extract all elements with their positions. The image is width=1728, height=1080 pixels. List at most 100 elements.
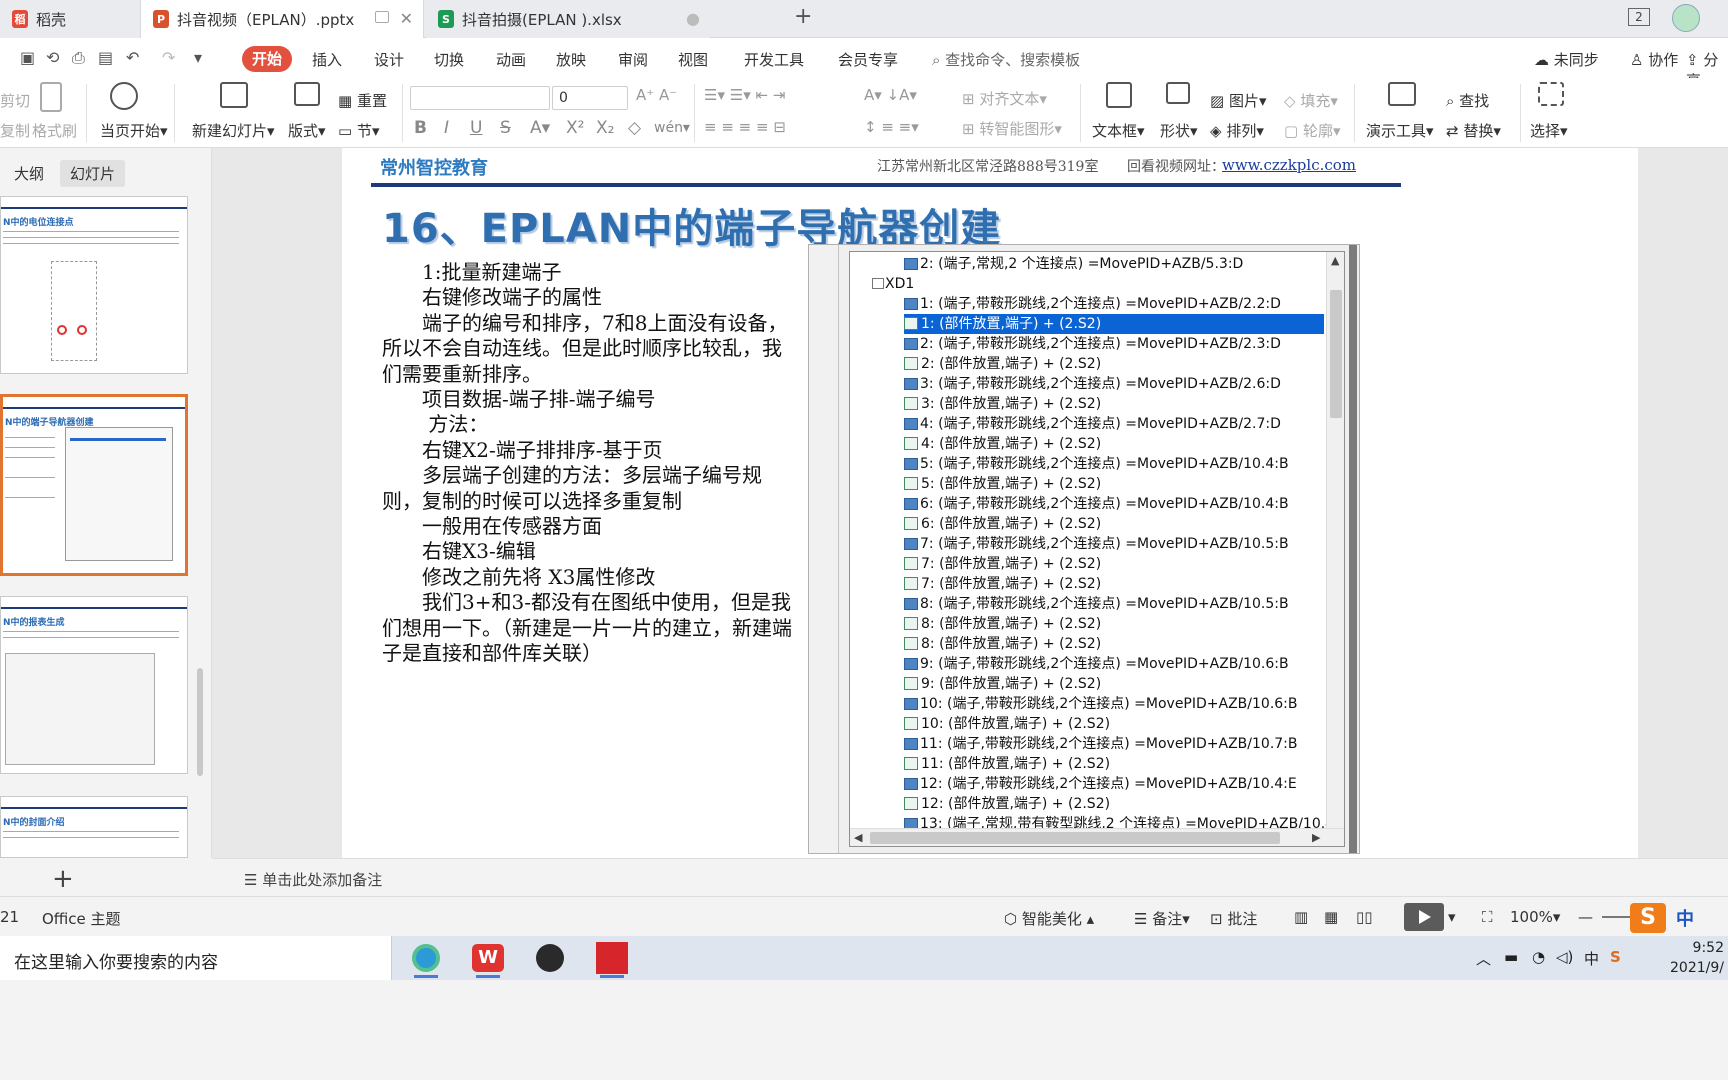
find-button[interactable]: ⌕ 查找: [1446, 90, 1489, 111]
quick-access-dropdown-icon[interactable]: ▾: [194, 48, 202, 67]
slide-thumbnail[interactable]: N中的报表生成: [0, 596, 188, 774]
tree-vertical-scrollbar[interactable]: ▲ ▼: [1326, 252, 1344, 846]
tree-row-terminal[interactable]: 4: (端子,带鞍形跳线,2个连接点) =MovePID+AZB/2.7:D: [904, 414, 1324, 434]
eplan-app-icon[interactable]: [592, 940, 632, 978]
add-slide-button[interactable]: +: [52, 864, 74, 894]
layout-button[interactable]: 版式▾: [288, 120, 326, 141]
font-color-icon[interactable]: A▾: [530, 118, 550, 138]
tab-slides[interactable]: 幻灯片: [60, 160, 126, 187]
eplan-navigator-image[interactable]: 13: (端子,常规,带有鞍型跳线,2 个连接点) =MovePID+AZB/1…: [808, 244, 1360, 854]
save-icon[interactable]: ▣: [20, 48, 35, 67]
wps-icon[interactable]: W: [468, 940, 508, 978]
redo-icon[interactable]: ↷: [162, 48, 175, 67]
replace-button[interactable]: ⇄ 替换▾: [1446, 120, 1501, 141]
tree-row-terminal[interactable]: 11: (端子,带鞍形跳线,2个连接点) =MovePID+AZB/10.7:B: [904, 734, 1324, 754]
scroll-thumb[interactable]: [870, 832, 1280, 844]
normal-view-icon[interactable]: ▥: [1294, 908, 1308, 926]
tree-row-part[interactable]: 9: (部件放置,端子) + (2.S2): [904, 674, 1324, 694]
notes-toggle-button[interactable]: ☰ 备注▾: [1134, 908, 1190, 929]
tree-row-terminal[interactable]: 2: (端子,带鞍形跳线,2个连接点) =MovePID+AZB/2.3:D: [904, 334, 1324, 354]
window-restore-icon[interactable]: [375, 11, 389, 23]
volume-icon[interactable]: ◁): [1556, 948, 1573, 966]
obs-icon[interactable]: [530, 940, 570, 976]
tree-row-terminal[interactable]: 5: (端子,带鞍形跳线,2个连接点) =MovePID+AZB/10.4:B: [904, 454, 1324, 474]
tree-row-part[interactable]: 6: (部件放置,端子) + (2.S2): [904, 514, 1324, 534]
textbox-button[interactable]: 文本框▾: [1092, 120, 1145, 141]
menu-design[interactable]: 设计: [374, 49, 404, 70]
font-size-select[interactable]: 0: [552, 86, 628, 110]
section-button[interactable]: ▭ 节▾: [338, 120, 380, 141]
outline-button[interactable]: ▢ 轮廓▾: [1284, 120, 1341, 141]
tree-row-terminal[interactable]: 6: (端子,带鞍形跳线,2个连接点) =MovePID+AZB/10.4:B: [904, 494, 1324, 514]
print-icon[interactable]: ⎙: [72, 48, 85, 68]
tree-row-part[interactable]: 7: (部件放置,端子) + (2.S2): [904, 554, 1324, 574]
clear-format-icon[interactable]: ◇: [628, 118, 641, 138]
fit-window-icon[interactable]: ⛶: [1482, 908, 1493, 926]
scroll-thumb[interactable]: [1330, 290, 1342, 418]
play-options-icon[interactable]: ▾: [1448, 908, 1456, 926]
format-painter-button[interactable]: 格式刷: [32, 120, 77, 141]
arrange-button[interactable]: ◈ 排列▾: [1210, 120, 1264, 141]
presenter-tools-button[interactable]: 演示工具▾: [1366, 120, 1434, 141]
tree-row-terminal[interactable]: 10: (端子,带鞍形跳线,2个连接点) =MovePID+AZB/10.6:B: [904, 694, 1324, 714]
picture-button[interactable]: ▨ 图片▾: [1210, 90, 1267, 111]
slide-thumbnail[interactable]: N中的封面介绍: [0, 796, 188, 858]
align-text-button[interactable]: ⊞ 对齐文本▾: [962, 88, 1047, 109]
superscript-icon[interactable]: X²: [566, 118, 584, 138]
tree-row-part[interactable]: 8: (部件放置,端子) + (2.S2): [904, 634, 1324, 654]
beautify-button[interactable]: ⬡ 智能美化 ▴: [1004, 908, 1094, 929]
tree-row-terminal[interactable]: 8: (端子,带鞍形跳线,2个连接点) =MovePID+AZB/10.5:B: [904, 594, 1324, 614]
notes-bar[interactable]: ☰ 单击此处添加备注: [212, 858, 1728, 896]
tree-row-part[interactable]: 11: (部件放置,端子) + (2.S2): [904, 754, 1324, 774]
print-preview-icon[interactable]: ▤: [98, 48, 113, 67]
tree-row-part[interactable]: 8: (部件放置,端子) + (2.S2): [904, 614, 1324, 634]
tree-row-terminal[interactable]: 12: (端子,带鞍形跳线,2个连接点) =MovePID+AZB/10.4:E: [904, 774, 1324, 794]
battery-icon[interactable]: ▬: [1504, 948, 1518, 966]
play-slideshow-button[interactable]: [1404, 903, 1444, 931]
subscript-icon[interactable]: X₂: [596, 118, 614, 138]
command-search[interactable]: ⌕ 查找命令、搜索模板: [932, 49, 1080, 70]
strikethrough-icon[interactable]: S: [500, 118, 511, 138]
share-quick-icon[interactable]: ⟲: [46, 48, 59, 67]
wifi-icon[interactable]: ◔: [1532, 948, 1545, 966]
tree-row-part[interactable]: 3: (部件放置,端子) + (2.S2): [904, 394, 1324, 414]
menu-animation[interactable]: 动画: [496, 49, 526, 70]
tree-row-terminal[interactable]: 3: (端子,带鞍形跳线,2个连接点) =MovePID+AZB/2.6:D: [904, 374, 1324, 394]
clock[interactable]: 9:52 2021/9/: [1670, 938, 1724, 978]
scroll-up-icon[interactable]: ▲: [1331, 254, 1339, 267]
grow-font-icon[interactable]: A⁺ A⁻: [636, 86, 677, 104]
window-count-icon[interactable]: 2: [1628, 8, 1650, 26]
tab-daoke[interactable]: 稻 稻壳: [0, 0, 140, 38]
scroll-right-icon[interactable]: ▶: [1312, 831, 1320, 844]
smartart-button[interactable]: ⊞ 转智能图形▾: [962, 118, 1062, 139]
tray-expand-icon[interactable]: ︿: [1476, 948, 1491, 969]
zoom-out-icon[interactable]: —: [1578, 908, 1593, 926]
tree-row-part[interactable]: 4: (部件放置,端子) + (2.S2): [904, 434, 1324, 454]
cut-button[interactable]: 剪切: [0, 90, 30, 111]
tree-row-part[interactable]: 5: (部件放置,端子) + (2.S2): [904, 474, 1324, 494]
tree-row-terminal[interactable]: 2: (端子,常规,2 个连接点) =MovePID+AZB/5.3:D: [904, 254, 1324, 274]
tree-horizontal-scrollbar[interactable]: ◀ ▶: [850, 828, 1344, 846]
menu-review[interactable]: 审阅: [618, 49, 648, 70]
menu-developer[interactable]: 开发工具: [744, 49, 804, 70]
slide-thumbnail[interactable]: N中的电位连接点: [0, 196, 188, 374]
tab-pptx[interactable]: P 抖音视频（EPLAN）.pptx ✕: [140, 0, 424, 38]
select-button[interactable]: 选择▾: [1530, 120, 1568, 141]
slide-body-text[interactable]: 1:批量新建端子 右键修改端子的属性 端子的编号和排序，7和8上面没有设备，所以…: [382, 260, 798, 667]
taskbar-search-input[interactable]: 在这里输入你要搜索的内容: [0, 936, 392, 980]
fill-button[interactable]: ◇ 填充▾: [1284, 90, 1338, 111]
line-spacing-icon[interactable]: ↕ ≡ ≡▾: [864, 118, 919, 136]
scroll-left-icon[interactable]: ◀: [854, 831, 862, 844]
underline-icon[interactable]: U: [470, 118, 482, 138]
reading-view-icon[interactable]: ▯▯: [1356, 908, 1373, 926]
tree-node-strip[interactable]: XD1: [872, 274, 1322, 294]
sorter-view-icon[interactable]: ▦: [1324, 908, 1338, 926]
tree-row-part[interactable]: 10: (部件放置,端子) + (2.S2): [904, 714, 1324, 734]
tree-row-terminal[interactable]: 7: (端子,带鞍形跳线,2个连接点) =MovePID+AZB/10.5:B: [904, 534, 1324, 554]
comment-button[interactable]: ⊡ 批注: [1210, 908, 1257, 929]
sync-status[interactable]: ☁ 未同步: [1534, 49, 1599, 70]
ime-mode[interactable]: 中: [1676, 905, 1694, 931]
font-family-select[interactable]: [410, 86, 550, 110]
menu-insert[interactable]: 插入: [312, 49, 342, 70]
bullet-list-icon[interactable]: ☰▾ ☰▾ ⇤ ⇥: [704, 86, 785, 104]
